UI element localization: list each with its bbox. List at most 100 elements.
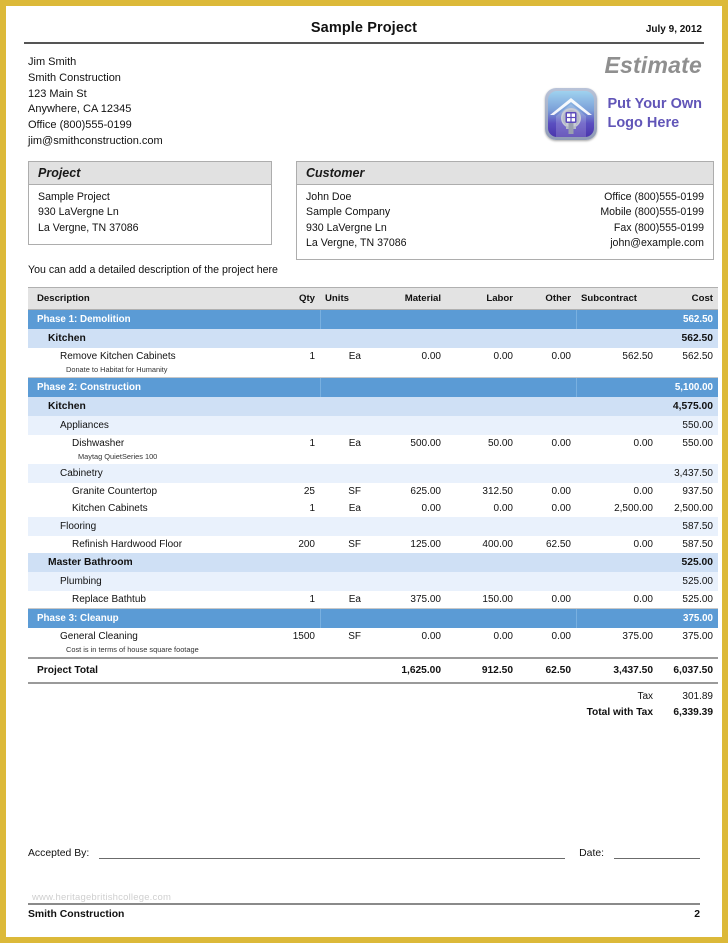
cell-other [518, 464, 576, 483]
sender-address-block: Jim Smith Smith Construction 123 Main St… [28, 55, 163, 150]
cell-qty [274, 517, 320, 536]
logo-placeholder[interactable]: Put Your Own Logo Here [545, 88, 702, 140]
cell-labor [446, 416, 518, 435]
logo-text-line2: Logo Here [607, 115, 680, 131]
total-with-tax-value: 6,339.39 [673, 707, 713, 718]
sender-street: 123 Main St [28, 87, 87, 100]
project-box-body: Sample Project 930 LaVergne Ln La Vergne… [29, 185, 271, 236]
cell-units: Ea [320, 500, 366, 517]
customer-email: john@example.com [610, 237, 704, 250]
cell-qty [274, 309, 320, 329]
cell-subcontract [576, 553, 658, 572]
line-item-row: Remove Kitchen Cabinets 1 Ea 0.00 0.00 0.00 56… [28, 348, 718, 365]
cell-material: 375.00 [366, 591, 446, 608]
cell-units [319, 377, 366, 397]
column-header-subcontract: Subcontract [576, 287, 658, 310]
cell-material [366, 377, 446, 397]
cell-labor [446, 452, 518, 464]
footer-company: Smith Construction [28, 909, 125, 920]
cell-qty [274, 645, 320, 658]
cell-subcontract: 2,500.00 [576, 500, 658, 517]
project-total-qty [274, 657, 320, 684]
estimate-table-body: Phase 1: Demolition 562.50 Kitchen 562.50 Re… [28, 309, 718, 658]
column-header-other: Other [518, 287, 576, 310]
line-item-row: Granite Countertop 25 SF 625.00 312.50 0.00 0.… [28, 483, 718, 500]
footer-row: Smith Construction 2 [28, 909, 700, 920]
cell-material: 0.00 [366, 348, 446, 365]
footer-divider [28, 903, 700, 905]
cell-description: Cost is in terms of house square footage [28, 645, 274, 658]
cell-qty [274, 365, 320, 377]
page-title: Sample Project [310, 20, 418, 36]
cell-other [518, 397, 576, 416]
tax-value: 301.89 [682, 691, 713, 702]
identity-band: Jim Smith Smith Construction 123 Main St… [24, 44, 704, 161]
column-header-material: Material [366, 287, 446, 310]
cell-material [366, 416, 446, 435]
date-label: Date: [579, 848, 604, 859]
cell-description: Maytag QuietSeries 100 [28, 452, 274, 464]
cell-description: Master Bathroom [28, 553, 274, 572]
line-item-row: Replace Bathtub 1 Ea 375.00 150.00 0.00 0.00 52… [28, 591, 718, 608]
signature-area: Accepted By: Date: [28, 846, 700, 859]
cell-subcontract [575, 377, 658, 397]
cell-units: SF [320, 628, 366, 645]
cell-cost: 562.50 [658, 329, 718, 348]
group-row: Cabinetry 3,437.50 [28, 464, 718, 483]
cell-cost [658, 365, 718, 377]
cell-subcontract: 0.00 [576, 536, 658, 553]
cell-other: 0.00 [518, 348, 576, 365]
cell-other: 0.00 [518, 591, 576, 608]
project-description-note: You can add a detailed description of th… [28, 264, 278, 276]
cell-material [366, 464, 446, 483]
date-input[interactable] [614, 846, 700, 859]
cell-subcontract [575, 608, 658, 628]
project-total-label: Project Total [28, 657, 274, 684]
cell-labor: 0.00 [446, 348, 518, 365]
cell-labor: 0.00 [446, 628, 518, 645]
line-item-row: Dishwasher 1 Ea 500.00 50.00 0.00 0.00 550.00 [28, 435, 718, 452]
cell-qty: 200 [274, 536, 320, 553]
cell-material [366, 572, 446, 591]
cell-units [320, 397, 366, 416]
document-date: July 9, 2012 [645, 24, 702, 35]
cell-qty [274, 397, 320, 416]
cell-cost: 375.00 [658, 608, 718, 628]
cell-labor [446, 329, 518, 348]
customer-fax: Fax (800)555-0199 [613, 221, 704, 234]
cell-qty [274, 608, 320, 628]
cell-units: SF [320, 483, 366, 500]
customer-box-heading: Customer [297, 162, 713, 185]
cell-labor [446, 553, 518, 572]
cell-cost: 562.50 [658, 348, 718, 365]
column-header-qty: Qty [274, 287, 320, 310]
cell-qty: 1500 [274, 628, 320, 645]
customer-street: 930 LaVergne Ln [306, 221, 387, 234]
area-row: Master Bathroom 525.00 [28, 553, 718, 572]
cell-qty: 1 [274, 500, 320, 517]
cell-units [320, 452, 366, 464]
cell-qty: 1 [274, 591, 320, 608]
cell-labor [446, 397, 518, 416]
cell-qty [274, 572, 320, 591]
project-total-labor: 912.50 [446, 657, 518, 684]
phase-row: Phase 2: Construction 5,100.00 [28, 377, 718, 397]
cell-other [518, 377, 576, 397]
cell-labor: 400.00 [446, 536, 518, 553]
cell-other [518, 416, 576, 435]
cell-description: Refinish Hardwood Floor [28, 536, 274, 553]
cell-cost: 937.50 [658, 483, 718, 500]
cell-other [518, 553, 576, 572]
cell-qty [274, 464, 320, 483]
cell-units [319, 309, 366, 329]
customer-office-phone: Office (800)555-0199 [604, 191, 704, 203]
cell-cost: 525.00 [658, 591, 718, 608]
cell-labor [446, 309, 518, 329]
cell-material [366, 365, 446, 377]
cell-labor: 0.00 [446, 500, 518, 517]
accepted-by-input[interactable] [99, 846, 566, 859]
phase-row: Phase 3: Cleanup 375.00 [28, 608, 718, 628]
cell-material [366, 517, 446, 536]
cell-cost: 562.50 [658, 309, 718, 329]
line-item-note: Maytag QuietSeries 100 [28, 452, 718, 464]
